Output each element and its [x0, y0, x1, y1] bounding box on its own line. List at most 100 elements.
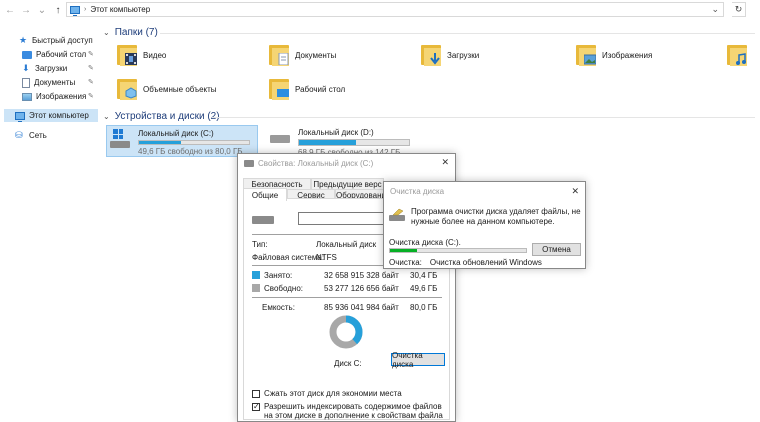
dialog-title-bar[interactable]: Свойства: Локальный диск (C:) ✕	[238, 154, 455, 172]
drive-tile-c[interactable]: Локальный диск (C:) 49,6 ГБ свободно из …	[106, 125, 258, 157]
folder-label: Изображения	[602, 50, 653, 60]
collapse-chevron-icon[interactable]: ⌄	[103, 112, 110, 121]
used-bytes: 32 658 915 328 байт	[324, 271, 399, 280]
used-gb: 30,4 ГБ	[410, 271, 438, 280]
address-field[interactable]: › Этот компьютер ⌄	[66, 2, 724, 17]
sidebar-item-desktop[interactable]: Рабочий стол	[22, 48, 86, 61]
sidebar-item-network[interactable]: ⛁ Сеть	[15, 129, 47, 142]
computer-icon	[70, 5, 80, 16]
dialog-title: Свойства: Локальный диск (C:)	[258, 158, 374, 168]
cleanup-progress-bar	[389, 248, 527, 253]
group-divider	[212, 117, 755, 118]
folder-tile-video[interactable]: Видео	[117, 43, 166, 67]
drive-large-icon	[252, 212, 276, 226]
sidebar-item-label: Изображения	[36, 92, 87, 101]
group-title: Устройства и диски (2)	[114, 111, 220, 122]
cancel-button[interactable]: Отмена	[532, 243, 581, 256]
sidebar-item-quick-access[interactable]: ★ Быстрый доступ	[19, 34, 93, 47]
folder-tile-music[interactable]	[727, 43, 747, 67]
recent-chevron-icon[interactable]: ⌄	[36, 3, 48, 17]
label: Занято:	[264, 271, 293, 280]
close-icon[interactable]: ✕	[441, 157, 449, 168]
sidebar-item-label: Сеть	[29, 131, 47, 140]
drive-usage-bar	[298, 139, 410, 146]
documents-icon	[22, 77, 30, 88]
address-dropdown-icon[interactable]: ⌄	[711, 4, 719, 15]
folders-group-header[interactable]: ⌄ Папки (7)	[103, 27, 158, 38]
folder-label: Объемные объекты	[143, 84, 217, 94]
folder-tile-downloads[interactable]: Загрузки	[421, 43, 479, 67]
filesystem-label: Файловая система:	[252, 253, 325, 262]
close-icon[interactable]: ✕	[571, 186, 579, 197]
checkbox-box[interactable]	[252, 390, 260, 398]
sidebar-item-label: Этот компьютер	[29, 111, 89, 120]
back-arrow-icon[interactable]: ←	[4, 3, 16, 17]
pin-icon: ✎	[88, 79, 94, 86]
sidebar-item-pictures[interactable]: Изображения	[22, 90, 86, 103]
pin-icon: ✎	[88, 51, 94, 58]
video-folder-icon	[117, 43, 137, 67]
downloads-folder-icon	[421, 43, 441, 67]
used-space-label: Занято:	[252, 271, 292, 280]
disk-label: Диск C:	[334, 359, 362, 368]
capacity-label: Емкость:	[262, 303, 295, 312]
address-bar-row: ← → ⌄ ↑ › Этот компьютер ⌄ ↻	[0, 0, 760, 20]
disk-cleanup-button[interactable]: Очистка диска	[391, 351, 445, 369]
checkbox-box[interactable]: ✓	[252, 403, 260, 411]
sidebar-item-this-pc[interactable]: Этот компьютер	[4, 109, 98, 122]
folder-tile-3d-objects[interactable]: Объемные объекты	[117, 77, 217, 101]
desktop-folder-icon	[269, 77, 289, 101]
tab-label: Предыдущие верс	[313, 179, 382, 189]
forward-arrow-icon[interactable]: →	[20, 3, 32, 17]
type-value: Локальный диск	[316, 240, 377, 249]
folder-tile-desktop[interactable]: Рабочий стол	[269, 77, 345, 101]
capacity-gb: 80,0 ГБ	[410, 303, 438, 312]
tab-label: Общие	[251, 190, 279, 200]
network-icon: ⛁	[15, 130, 23, 140]
breadcrumb-chevron-icon[interactable]: ›	[84, 6, 86, 13]
usage-donut-chart	[329, 315, 363, 349]
breadcrumb-path[interactable]: Этот компьютер	[90, 5, 150, 14]
free-space-label: Свободно:	[252, 284, 303, 293]
drive-usage-bar	[138, 140, 250, 145]
cleanup-message: Программа очистки диска удаляет файлы, н…	[411, 207, 581, 226]
cleanup-progress-label: Очистка диска (C:).	[389, 238, 461, 247]
sidebar-item-label: Рабочий стол	[36, 50, 87, 59]
drive-icon	[244, 159, 254, 167]
free-bytes: 53 277 126 656 байт	[324, 284, 399, 293]
sidebar-item-label: Загрузки	[35, 64, 68, 73]
computer-icon	[15, 111, 25, 122]
sidebar-item-downloads[interactable]: ⬇ Загрузки	[22, 62, 67, 75]
sidebar-item-label: Быстрый доступ	[32, 36, 93, 45]
used-color-swatch	[252, 271, 260, 279]
collapse-chevron-icon[interactable]: ⌄	[103, 28, 110, 37]
folder-label: Видео	[143, 50, 167, 60]
label: Свободно:	[264, 284, 303, 293]
tab-previous-versions[interactable]: Предыдущие верс	[311, 178, 384, 189]
divider	[252, 297, 442, 298]
checkbox-label: Разрешить индексировать содержимое файло…	[264, 402, 443, 420]
dialog-title: Очистка диска	[390, 187, 445, 196]
filesystem-value: NTFS	[316, 253, 337, 262]
free-color-swatch	[252, 284, 260, 292]
refresh-icon[interactable]: ↻	[732, 2, 746, 17]
drive-free-space: 49,6 ГБ свободно из 80,0 ГБ	[138, 147, 243, 156]
folder-label: Загрузки	[447, 50, 480, 60]
pictures-folder-icon	[576, 43, 596, 67]
drive-label: Локальный диск (D:)	[298, 128, 374, 137]
folder-tile-documents[interactable]: Документы	[269, 43, 336, 67]
index-contents-checkbox[interactable]: ✓ Разрешить индексировать содержимое фай…	[252, 402, 447, 420]
button-label: Отмена	[542, 245, 571, 254]
checkbox-label: Сжать этот диск для экономии места	[264, 389, 402, 398]
sidebar-item-documents[interactable]: Документы	[22, 76, 75, 89]
compress-drive-checkbox[interactable]: Сжать этот диск для экономии места	[252, 389, 402, 398]
free-gb: 49,6 ГБ	[410, 284, 438, 293]
folder-label: Документы	[295, 50, 337, 60]
tab-general[interactable]: Общие	[243, 188, 287, 201]
up-arrow-icon[interactable]: ↑	[52, 3, 64, 17]
disk-cleanup-icon	[389, 208, 405, 221]
drives-group-header[interactable]: ⌄ Устройства и диски (2)	[103, 111, 220, 122]
status-value: Очистка обновлений Windows	[429, 258, 542, 267]
group-title: Папки (7)	[114, 27, 158, 38]
folder-tile-pictures[interactable]: Изображения	[576, 43, 652, 67]
